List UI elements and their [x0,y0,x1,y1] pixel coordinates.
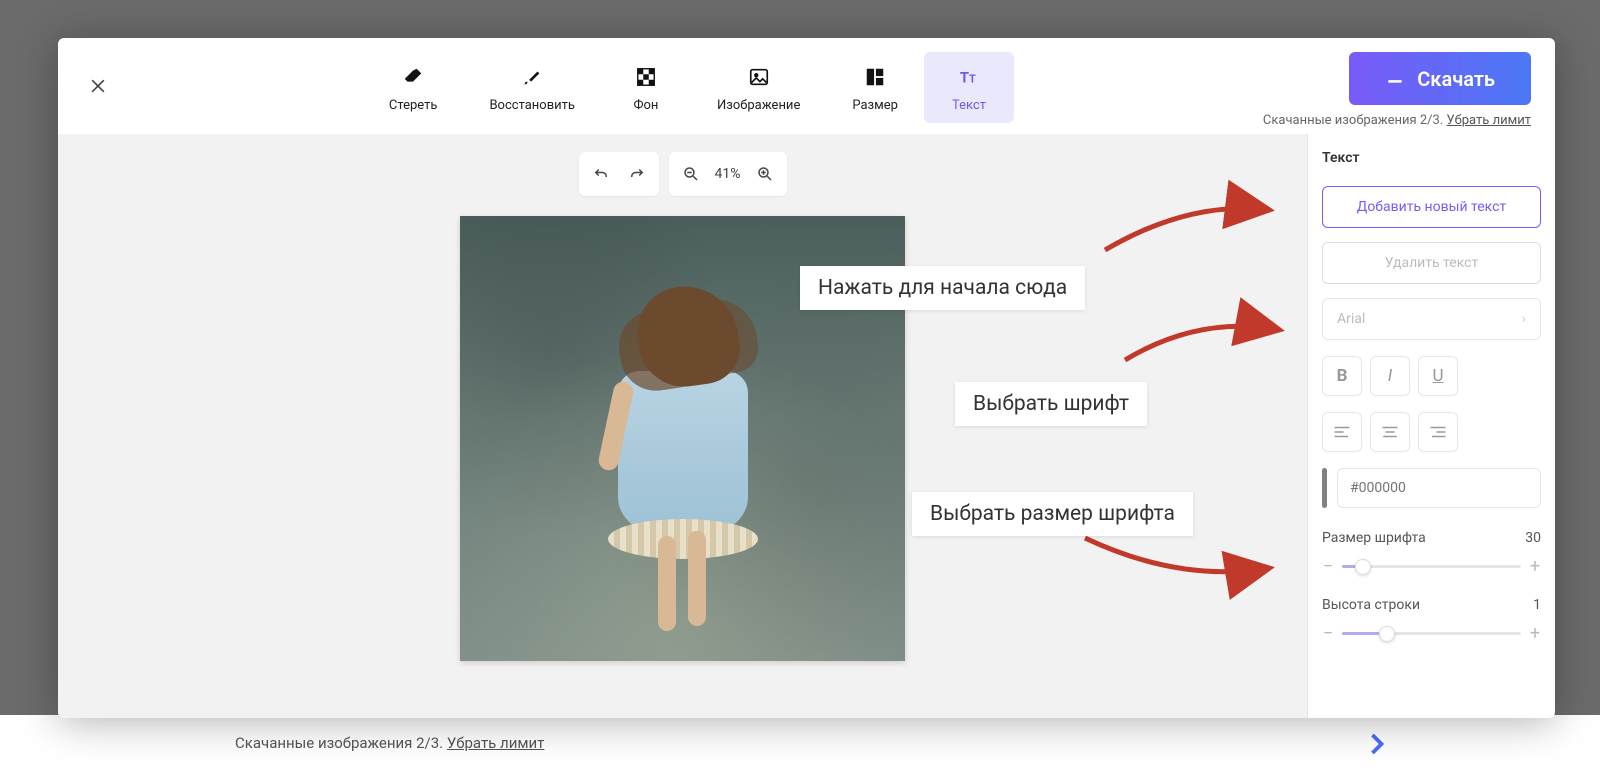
bg-remove-limit-link[interactable]: Убрать лимит [447,734,544,752]
undo-button[interactable] [587,160,615,188]
line-height-decrease[interactable]: − [1322,623,1334,644]
color-swatch[interactable] [1322,468,1327,508]
font-name: Arial [1337,311,1365,327]
font-size-value: 30 [1525,530,1541,546]
svg-text:T: T [960,69,969,87]
underline-button[interactable]: U [1418,356,1458,396]
color-row [1322,468,1541,508]
line-height-increase[interactable]: + [1529,623,1541,644]
text-panel: Текст Добавить новый текст Удалить текст… [1307,134,1555,718]
undo-redo-group [579,152,659,196]
annotation-1: Нажать для начала сюда [800,266,1085,310]
bg-thumb [970,720,1120,770]
tool-label: Размер [852,98,898,113]
zoom-out-button[interactable] [677,160,705,188]
font-size-track[interactable] [1342,565,1521,568]
arrow-icon [1100,180,1280,264]
arrow-icon [1080,528,1280,602]
add-text-button[interactable]: Добавить новый текст [1322,186,1541,228]
annotation-2: Выбрать шрифт [955,382,1147,426]
checker-icon [635,62,657,92]
tool-label: Изображение [717,98,800,113]
annotation-3: Выбрать размер шрифта [912,492,1193,536]
download-info: Скачанные изображения 2/3. Убрать лимит [1263,113,1531,128]
download-label: Скачать [1417,67,1495,91]
font-size-decrease[interactable]: − [1322,556,1334,577]
zoom-level: 41% [713,166,743,182]
line-height-slider: Высота строки 1 − + [1322,597,1541,644]
delete-text-button[interactable]: Удалить текст [1322,242,1541,284]
font-size-label: Размер шрифта [1322,530,1426,546]
line-height-track[interactable] [1342,632,1521,635]
text-align-row [1322,412,1541,452]
align-right-button[interactable] [1418,412,1458,452]
tool-erase[interactable]: Стереть [363,52,464,123]
bg-download-info: Скачанные изображения 2/3. Убрать лимит [235,734,544,752]
bold-button[interactable]: B [1322,356,1362,396]
line-height-label: Высота строки [1322,597,1420,613]
layout-icon [864,62,886,92]
bg-next-button[interactable] [1359,726,1395,762]
tool-label: Восстановить [489,98,575,113]
text-icon: TT [958,62,980,92]
tool-text[interactable]: TT Текст [924,52,1014,123]
italic-button[interactable]: I [1370,356,1410,396]
image-icon [748,62,770,92]
slider-thumb[interactable] [1379,626,1395,642]
bg-thumb [630,720,780,770]
tool-label: Фон [633,98,658,113]
editor-modal: Стереть Восстановить Фон Изображение Раз… [58,38,1555,718]
font-select[interactable]: Arial › [1322,298,1541,340]
tool-image[interactable]: Изображение [691,52,826,123]
arrow-icon [1120,300,1290,374]
canvas-toolbar: 41% [579,152,787,196]
zoom-group: 41% [669,152,787,196]
font-size-slider: Размер шрифта 30 − + [1322,530,1541,577]
line-height-value: 1 [1533,597,1541,613]
brush-icon [521,62,543,92]
tool-tabs: Стереть Восстановить Фон Изображение Раз… [363,38,1014,123]
tool-label: Текст [952,98,986,113]
color-input[interactable] [1337,468,1541,508]
text-style-row: B I U [1322,356,1541,396]
tool-restore[interactable]: Восстановить [463,52,601,123]
download-button[interactable]: Скачать [1349,52,1531,105]
zoom-in-button[interactable] [751,160,779,188]
download-icon [1385,66,1405,91]
top-right: Скачать Скачанные изображения 2/3. Убрат… [1263,38,1531,128]
editor-body: 41% Текст Добавить новый текст Удалить т… [58,134,1555,718]
font-size-increase[interactable]: + [1529,556,1541,577]
align-center-button[interactable] [1370,412,1410,452]
close-button[interactable] [82,70,114,102]
tool-background[interactable]: Фон [601,52,691,123]
top-bar: Стереть Восстановить Фон Изображение Раз… [58,38,1555,134]
panel-title: Текст [1322,150,1541,166]
bg-thumb [800,720,950,770]
align-left-button[interactable] [1322,412,1362,452]
chevron-right-icon: › [1522,311,1526,327]
slider-thumb[interactable] [1355,559,1371,575]
redo-button[interactable] [623,160,651,188]
tool-label: Стереть [389,98,438,113]
tool-size[interactable]: Размер [826,52,924,123]
remove-limit-link[interactable]: Убрать лимит [1447,113,1531,128]
eraser-icon [402,62,424,92]
bg-thumb [1140,720,1290,770]
svg-text:T: T [969,73,976,86]
